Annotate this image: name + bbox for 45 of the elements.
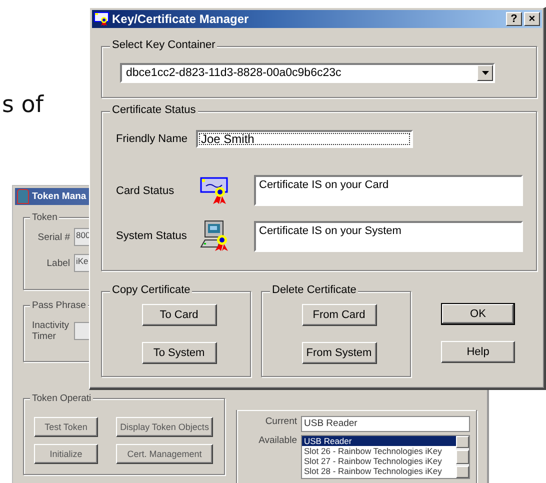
group-title: Certificate Status: [110, 104, 198, 116]
status-text-box[interactable]: Certificate IS on your Card: [254, 175, 523, 206]
computer-certificate-icon: [200, 220, 228, 251]
field-label: Available: [258, 435, 297, 446]
scroll-thumb[interactable]: [456, 450, 469, 464]
window-title: Token Mana: [32, 191, 86, 202]
group-title: Delete Certificate: [270, 284, 358, 296]
field-label: Card Status: [116, 184, 176, 196]
button[interactable]: Test Token: [34, 417, 98, 437]
field-label: System Status: [116, 230, 188, 242]
list-item[interactable]: USB Reader: [302, 436, 456, 446]
list-item[interactable]: Slot 28 - Rainbow Technologies iKey: [302, 466, 456, 476]
button[interactable]: To System: [142, 342, 216, 364]
button[interactable]: OK: [441, 303, 515, 325]
field-label: Current: [264, 416, 297, 427]
field-label: Inactivity Timer: [32, 320, 68, 342]
field-label: Friendly Name: [116, 133, 189, 145]
button[interactable]: From Card: [302, 304, 376, 326]
button[interactable]: From System: [302, 342, 376, 364]
list-box[interactable]: USB Reader Slot 26 - Rainbow Technologies iKey Slot 27 - Rainbow Technologies iKey Slot 28 - Rainbow Technologies iKey: [301, 435, 470, 479]
dropdown[interactable]: dbce1cc2-d823-11d3-8828-00a0c9b6c23c: [120, 63, 495, 83]
slide-text: s of: [2, 92, 44, 118]
text-field[interactable]: USB Reader: [301, 416, 470, 432]
field-label: Serial #: [36, 232, 70, 242]
certificate-icon: [94, 12, 110, 26]
certificate-card-icon: [200, 176, 228, 204]
scroll-bar[interactable]: [456, 436, 469, 478]
status-text-box[interactable]: Certificate IS on your System: [254, 220, 523, 252]
button[interactable]: Cert. Management: [116, 444, 213, 464]
help-button[interactable]: ?: [506, 12, 522, 26]
close-button[interactable]: ×: [524, 12, 540, 26]
button[interactable]: To Card: [142, 304, 216, 326]
button[interactable]: Help: [441, 341, 515, 363]
group-title: Copy Certificate: [110, 284, 192, 296]
field-label: Label: [46, 258, 70, 268]
window-title: Key/Certificate Manager: [112, 12, 249, 26]
name-field[interactable]: Joe Smith: [196, 130, 413, 148]
group-title: Token: [30, 212, 60, 223]
group-title: Token Operati: [30, 393, 94, 404]
list-item[interactable]: Slot 26 - Rainbow Technologies iKey: [302, 446, 456, 456]
group-title: Pass Phrase: [30, 300, 88, 311]
group-title: Select Key Container: [110, 39, 218, 51]
button[interactable]: Display Token Objects: [116, 417, 213, 437]
list-item[interactable]: Slot 27 - Rainbow Technologies iKey: [302, 456, 456, 466]
button[interactable]: Initialize: [34, 444, 98, 464]
